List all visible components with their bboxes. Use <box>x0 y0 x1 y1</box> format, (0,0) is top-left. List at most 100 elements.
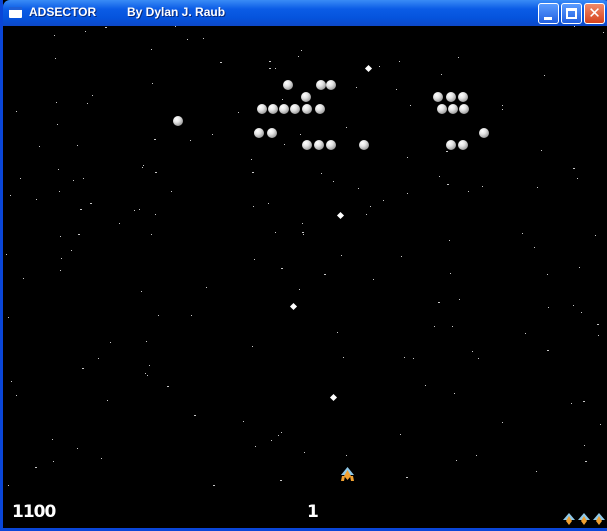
star <box>303 234 304 235</box>
star <box>54 35 55 36</box>
star <box>502 422 503 423</box>
star <box>407 157 408 158</box>
star <box>271 440 272 441</box>
star <box>57 124 58 125</box>
star <box>213 485 215 486</box>
star <box>134 210 135 211</box>
star <box>11 381 12 382</box>
enemy-orb <box>437 104 447 114</box>
close-button[interactable]: ✕ <box>584 3 605 24</box>
star <box>78 234 80 235</box>
title-bar[interactable]: ADSECTOR By Dylan J. Raub ✕ <box>3 0 607 26</box>
star <box>337 332 338 333</box>
enemy-orb <box>326 140 336 150</box>
star <box>407 193 408 194</box>
star <box>459 299 460 300</box>
star <box>502 105 503 106</box>
star <box>269 61 271 62</box>
star <box>404 357 405 358</box>
star <box>190 140 191 141</box>
star <box>243 421 244 422</box>
star <box>280 480 282 481</box>
star <box>203 38 204 39</box>
star <box>454 393 455 394</box>
enemy-orb <box>302 104 312 114</box>
star <box>147 375 148 376</box>
enemy-orb <box>446 92 456 102</box>
star <box>238 112 239 113</box>
star <box>39 146 40 147</box>
enemy-bullet <box>336 211 345 220</box>
star <box>302 232 304 233</box>
star <box>356 87 357 88</box>
star <box>281 268 283 269</box>
enemy-orb <box>268 104 278 114</box>
star <box>581 312 582 313</box>
star <box>284 144 285 145</box>
star <box>413 358 414 359</box>
player-ship[interactable] <box>340 467 355 482</box>
star <box>83 178 84 179</box>
star <box>251 159 252 160</box>
star <box>149 365 150 366</box>
maximize-button[interactable] <box>561 3 582 24</box>
minimize-button[interactable] <box>538 3 559 24</box>
star <box>399 61 400 62</box>
star <box>191 315 192 316</box>
enemy-orb <box>446 140 456 150</box>
game-canvas[interactable]: 1100 1 <box>6 26 607 528</box>
star <box>142 167 143 168</box>
star <box>143 165 144 166</box>
star <box>450 273 451 274</box>
star <box>401 256 402 257</box>
star <box>472 351 473 352</box>
star <box>603 32 604 33</box>
star <box>456 460 457 461</box>
star <box>206 287 207 288</box>
star <box>101 458 102 459</box>
enemy-orb <box>315 104 325 114</box>
star <box>278 435 279 436</box>
star <box>574 26 575 27</box>
star <box>53 461 54 462</box>
star <box>56 102 57 103</box>
enemy-orb <box>254 128 264 138</box>
life-icon <box>578 513 590 525</box>
star <box>446 151 448 152</box>
star <box>77 145 78 146</box>
star <box>80 209 82 210</box>
star <box>537 187 538 188</box>
star <box>573 168 575 169</box>
life-icon <box>563 513 575 525</box>
star <box>77 448 78 449</box>
star <box>87 103 88 104</box>
star <box>346 455 347 456</box>
star <box>36 199 37 200</box>
enemy-orb <box>458 92 468 102</box>
star <box>600 424 601 425</box>
star <box>298 56 299 57</box>
star <box>468 191 469 192</box>
star <box>452 326 453 327</box>
star <box>6 254 7 255</box>
star <box>275 232 276 233</box>
star <box>146 341 147 342</box>
enemy-orb <box>290 104 300 114</box>
star <box>299 289 300 290</box>
star <box>573 305 574 306</box>
star <box>175 26 176 27</box>
star <box>447 184 449 185</box>
star <box>60 270 61 271</box>
star <box>194 415 196 416</box>
star <box>383 200 384 201</box>
star <box>598 335 599 336</box>
window-icon[interactable] <box>9 7 22 18</box>
game-window: ADSECTOR By Dylan J. Raub ✕ 1100 1 <box>0 0 607 531</box>
star <box>341 255 342 256</box>
star <box>110 342 111 343</box>
star <box>571 403 572 404</box>
enemy-orb <box>257 104 267 114</box>
star <box>425 385 426 386</box>
star <box>547 274 548 275</box>
enemy-orb <box>173 116 183 126</box>
